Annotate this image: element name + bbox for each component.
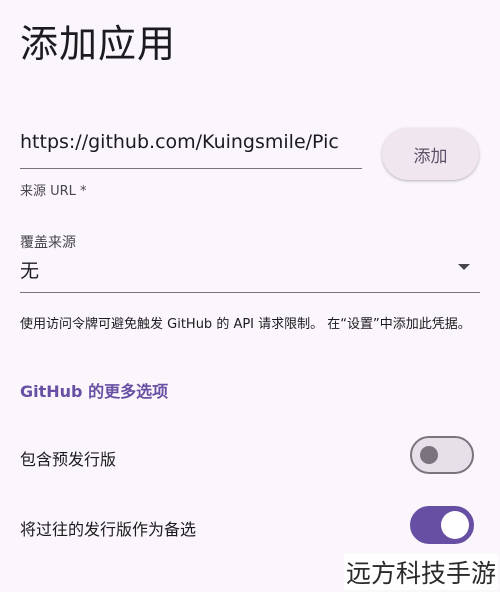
toggle-thumb bbox=[420, 446, 438, 464]
arrow-drop-down-icon bbox=[458, 264, 470, 270]
watermark: 远方科技手游 bbox=[343, 554, 498, 590]
include-prereleases-toggle[interactable] bbox=[410, 436, 474, 474]
source-url-input[interactable] bbox=[20, 124, 362, 160]
setting-label: 包含预发行版 bbox=[20, 450, 117, 469]
source-url-label: 来源 URL * bbox=[20, 184, 87, 199]
override-source-label: 覆盖来源 bbox=[20, 235, 76, 251]
add-button[interactable]: 添加 bbox=[382, 128, 479, 180]
fallback-older-releases-toggle[interactable] bbox=[410, 506, 474, 544]
override-source-value: 无 bbox=[20, 260, 40, 282]
setting-label: 将过往的发行版作为备选 bbox=[20, 520, 197, 539]
override-source-select[interactable]: 无 bbox=[20, 252, 480, 293]
source-url-field[interactable] bbox=[20, 118, 362, 169]
github-options-heading: GitHub 的更多选项 bbox=[20, 382, 169, 401]
page-title: 添加应用 bbox=[20, 22, 177, 66]
setting-row-fallback-older-releases: 将过往的发行版作为备选 bbox=[20, 506, 480, 550]
setting-row-include-prereleases: 包含预发行版 bbox=[20, 436, 480, 480]
toggle-thumb bbox=[441, 511, 469, 539]
api-token-helper-text: 使用访问令牌可避免触发 GitHub 的 API 请求限制。 在“设置”中添加此… bbox=[20, 317, 471, 332]
